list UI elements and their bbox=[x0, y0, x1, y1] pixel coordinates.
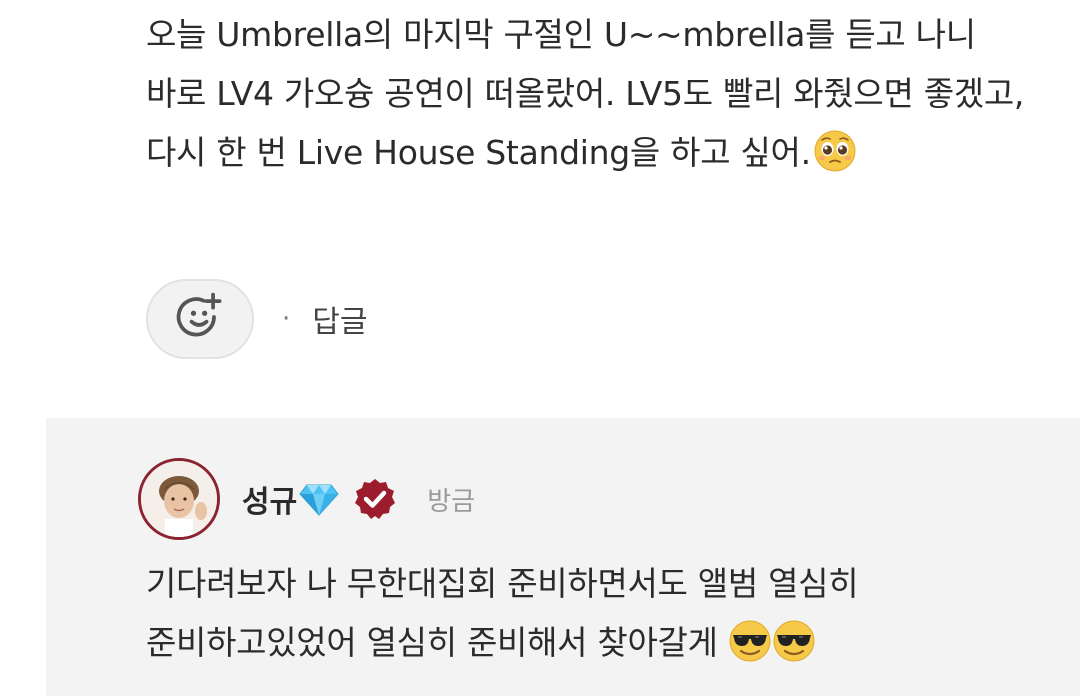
gem-icon bbox=[299, 481, 339, 517]
comment-body: 오늘 Umbrella의 마지막 구절인 U~~mbrella를 듣고 나니 바… bbox=[146, 5, 1036, 182]
sunglasses-face-icon bbox=[728, 619, 772, 663]
comment-text: 오늘 Umbrella의 마지막 구절인 U~~mbrella를 듣고 나니 바… bbox=[146, 15, 1025, 172]
pleading-face-icon bbox=[813, 129, 857, 173]
add-reaction-button[interactable] bbox=[146, 279, 254, 359]
separator-dot: · bbox=[282, 304, 291, 334]
reply-timestamp: 방금 bbox=[427, 486, 476, 517]
comment-thread: 오늘 Umbrella의 마지막 구절인 U~~mbrella를 듣고 나니 바… bbox=[0, 0, 1080, 696]
artist-reply: 성규 방금 기다려보자 나 무한대집회 준비하면서도 앨범 열심히 준비하고있었… bbox=[46, 418, 1080, 696]
reply-header: 성규 방금 bbox=[242, 474, 475, 524]
fan-comment: 오늘 Umbrella의 마지막 구절인 U~~mbrella를 듣고 나니 바… bbox=[0, 0, 1080, 418]
verified-badge-icon bbox=[353, 477, 397, 521]
add-reaction-icon bbox=[172, 289, 228, 349]
reply-body: 기다려보자 나 무한대집회 준비하면서도 앨범 열심히 준비하고있었어 열심히 … bbox=[146, 554, 1026, 672]
reply-button[interactable]: 답글 bbox=[312, 297, 367, 341]
avatar[interactable] bbox=[138, 458, 220, 540]
author-name[interactable]: 성규 bbox=[242, 477, 297, 521]
comment-actions: · 답글 bbox=[146, 278, 367, 360]
sunglasses-face-icon bbox=[772, 619, 816, 663]
